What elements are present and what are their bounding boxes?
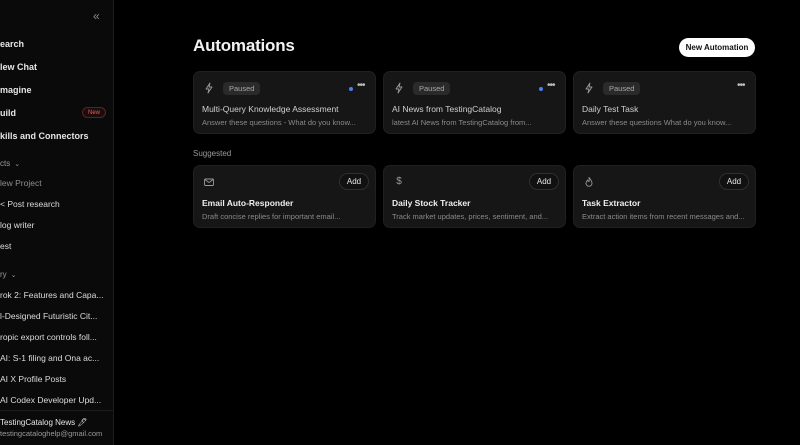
bolt-icon xyxy=(205,82,213,94)
history-item[interactable]: l-Designed Futuristic Cit... xyxy=(0,310,97,323)
nav-search[interactable]: earch xyxy=(0,37,24,51)
add-button[interactable]: Add xyxy=(339,173,369,190)
chevron-down-icon: ⌄ xyxy=(10,272,17,279)
sidebar: « earch lew Chat magine uild New kills a… xyxy=(0,0,114,445)
suggested-title: Daily Stock Tracker xyxy=(392,198,471,208)
suggested-description: Extract action items from recent message… xyxy=(582,212,745,221)
suggested-description: Draft concise replies for important emai… xyxy=(202,212,341,221)
flame-icon xyxy=(585,177,593,187)
status-badge: Paused xyxy=(603,82,641,95)
suggested-description: Track market updates, prices, sentiment,… xyxy=(392,212,549,221)
unread-dot xyxy=(539,87,543,91)
mail-icon xyxy=(204,178,214,186)
history-item[interactable]: AI: S-1 filing and Ona ac... xyxy=(0,352,99,365)
automation-title: AI News from TestingCatalog xyxy=(392,104,502,114)
automation-title: Daily Test Task xyxy=(582,104,639,114)
automation-card[interactable]: Paused ••• AI News from TestingCatalog l… xyxy=(383,71,566,134)
new-project-item[interactable]: lew Project xyxy=(0,177,42,190)
automation-card[interactable]: Paused ••• Multi-Query Knowledge Assessm… xyxy=(193,71,376,134)
automation-description: latest AI News from TestingCatalog from.… xyxy=(392,118,532,127)
page-title: Automations xyxy=(193,36,295,55)
bolt-icon xyxy=(585,82,593,94)
projects-section-toggle[interactable]: cts ⌄ xyxy=(0,158,20,170)
more-options-icon[interactable]: ••• xyxy=(547,81,555,91)
projects-heading: cts xyxy=(0,159,11,168)
status-badge: Paused xyxy=(413,82,451,95)
suggested-card[interactable]: Add Email Auto-Responder Draft concise r… xyxy=(193,165,376,228)
history-item[interactable]: rok 2: Features and Capa... xyxy=(0,289,103,302)
add-button[interactable]: Add xyxy=(529,173,559,190)
sidebar-divider xyxy=(0,410,113,411)
nav-skills-connectors[interactable]: kills and Connectors xyxy=(0,129,89,143)
suggested-heading: Suggested xyxy=(193,149,232,158)
project-item[interactable]: log writer xyxy=(0,219,34,232)
bolt-icon xyxy=(395,82,403,94)
automation-title: Multi-Query Knowledge Assessment xyxy=(202,104,339,114)
history-item[interactable]: AI Codex Developer Upd... xyxy=(0,394,101,407)
unread-dot xyxy=(349,87,353,91)
nav-imagine[interactable]: magine xyxy=(0,83,32,97)
suggested-title: Task Extractor xyxy=(582,198,641,208)
nav-new-chat[interactable]: lew Chat xyxy=(0,60,37,74)
history-item[interactable]: ropic export controls foll... xyxy=(0,331,97,344)
account-email: testingcataloghelp@gmail.com xyxy=(0,429,103,438)
automation-description: Answer these questions What do you know.… xyxy=(582,118,732,127)
new-badge: New xyxy=(82,107,107,118)
dollar-icon: $ xyxy=(396,176,402,187)
more-options-icon[interactable]: ••• xyxy=(357,81,365,91)
account-name[interactable]: TestingCatalog News 🖊 xyxy=(0,418,88,427)
add-button[interactable]: Add xyxy=(719,173,749,190)
more-options-icon[interactable]: ••• xyxy=(737,81,745,91)
new-automation-button[interactable]: New Automation xyxy=(679,38,755,57)
history-heading: ry xyxy=(0,270,7,279)
chevron-down-icon: ⌄ xyxy=(14,161,21,168)
history-section-toggle[interactable]: ry ⌄ xyxy=(0,269,17,281)
history-item[interactable]: AI X Profile Posts xyxy=(0,373,66,386)
automation-card[interactable]: Paused ••• Daily Test Task Answer these … xyxy=(573,71,756,134)
suggested-card[interactable]: Add Task Extractor Extract action items … xyxy=(573,165,756,228)
project-item[interactable]: est xyxy=(0,240,11,253)
suggested-card[interactable]: $ Add Daily Stock Tracker Track market u… xyxy=(383,165,566,228)
status-badge: Paused xyxy=(223,82,261,95)
automation-description: Answer these questions - What do you kno… xyxy=(202,118,356,127)
project-item[interactable]: < Post research xyxy=(0,198,60,211)
collapse-sidebar-icon[interactable]: « xyxy=(93,10,105,22)
nav-build[interactable]: uild xyxy=(0,106,16,120)
suggested-title: Email Auto-Responder xyxy=(202,198,294,208)
